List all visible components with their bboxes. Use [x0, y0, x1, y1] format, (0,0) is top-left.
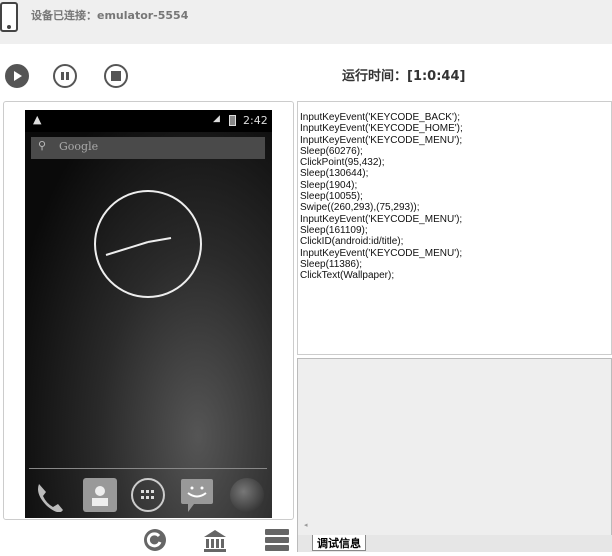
script-line: Sleep(130644);	[300, 168, 369, 180]
script-line: ClickID(android:id/title);	[300, 236, 404, 248]
connection-status: 设备已连接：emulator-5554	[31, 9, 189, 22]
script-line: Sleep(11386);	[300, 258, 363, 270]
status-time: 2:42	[243, 114, 268, 127]
warning-icon: ▲	[33, 113, 42, 126]
script-line: InputKeyEvent('KEYCODE_MENU');	[300, 134, 463, 146]
script-editor[interactable]: InputKeyEvent('KEYCODE_BACK'); InputKeyEv…	[297, 101, 612, 355]
pause-button[interactable]	[53, 64, 77, 88]
play-icon	[14, 71, 22, 81]
dock-divider	[29, 468, 267, 469]
refresh-button[interactable]	[142, 528, 168, 552]
search-icon: ⚲	[38, 139, 47, 152]
menu-stack-icon	[265, 529, 289, 551]
script-line: Sleep(161109);	[300, 224, 368, 236]
script-line: InputKeyEvent('KEYCODE_BACK');	[300, 112, 460, 123]
home-building-button[interactable]	[202, 528, 228, 552]
device-screen[interactable]: ▲ ◢ 2:42 ⚲ Google	[25, 110, 272, 518]
status-bar: ▲ ◢ 2:42	[25, 110, 272, 132]
script-line: ClickPoint(95,432);	[300, 157, 385, 169]
script-line: ClickText(Wallpaper);	[300, 270, 395, 282]
debug-tab-bar: 调试信息	[297, 535, 612, 552]
connection-bar: 设备已连接：emulator-5554	[0, 0, 612, 44]
app-drawer-icon[interactable]	[131, 478, 165, 512]
browser-app-icon[interactable]	[230, 478, 264, 512]
stop-button[interactable]	[104, 64, 128, 88]
analog-clock-widget[interactable]	[94, 190, 202, 298]
script-line: InputKeyEvent('KEYCODE_MENU');	[300, 247, 463, 259]
script-line: Sleep(60276);	[300, 145, 363, 157]
script-line: Swipe((260,293),(75,293));	[300, 202, 420, 214]
debug-output-panel[interactable]: ◂	[297, 358, 612, 536]
pause-icon	[61, 72, 69, 80]
script-line: Sleep(1904);	[300, 179, 358, 191]
play-button[interactable]	[5, 64, 29, 88]
tab-debug-info[interactable]: 调试信息	[312, 535, 366, 551]
search-placeholder: Google	[59, 140, 99, 153]
stop-icon	[111, 71, 121, 81]
contacts-app-icon[interactable]	[83, 478, 117, 512]
script-line: InputKeyEvent('KEYCODE_MENU');	[300, 213, 463, 225]
phone-app-icon[interactable]	[33, 478, 67, 513]
messaging-app-icon[interactable]	[180, 478, 214, 512]
scroll-left-arrow-icon[interactable]: ◂	[304, 521, 308, 529]
signal-icon: ◢	[213, 114, 220, 124]
battery-icon	[229, 115, 236, 126]
script-line: InputKeyEvent('KEYCODE_HOME');	[300, 123, 463, 135]
menu-button[interactable]	[264, 528, 290, 552]
phone-icon	[0, 2, 18, 32]
clock-hands-icon	[105, 237, 172, 256]
bank-icon	[204, 530, 226, 552]
script-line: Sleep(10055);	[300, 191, 363, 203]
google-search-bar[interactable]: ⚲ Google	[31, 137, 265, 159]
runtime-label: 运行时间：[1:0:44]	[342, 69, 466, 84]
refresh-icon	[144, 529, 166, 551]
